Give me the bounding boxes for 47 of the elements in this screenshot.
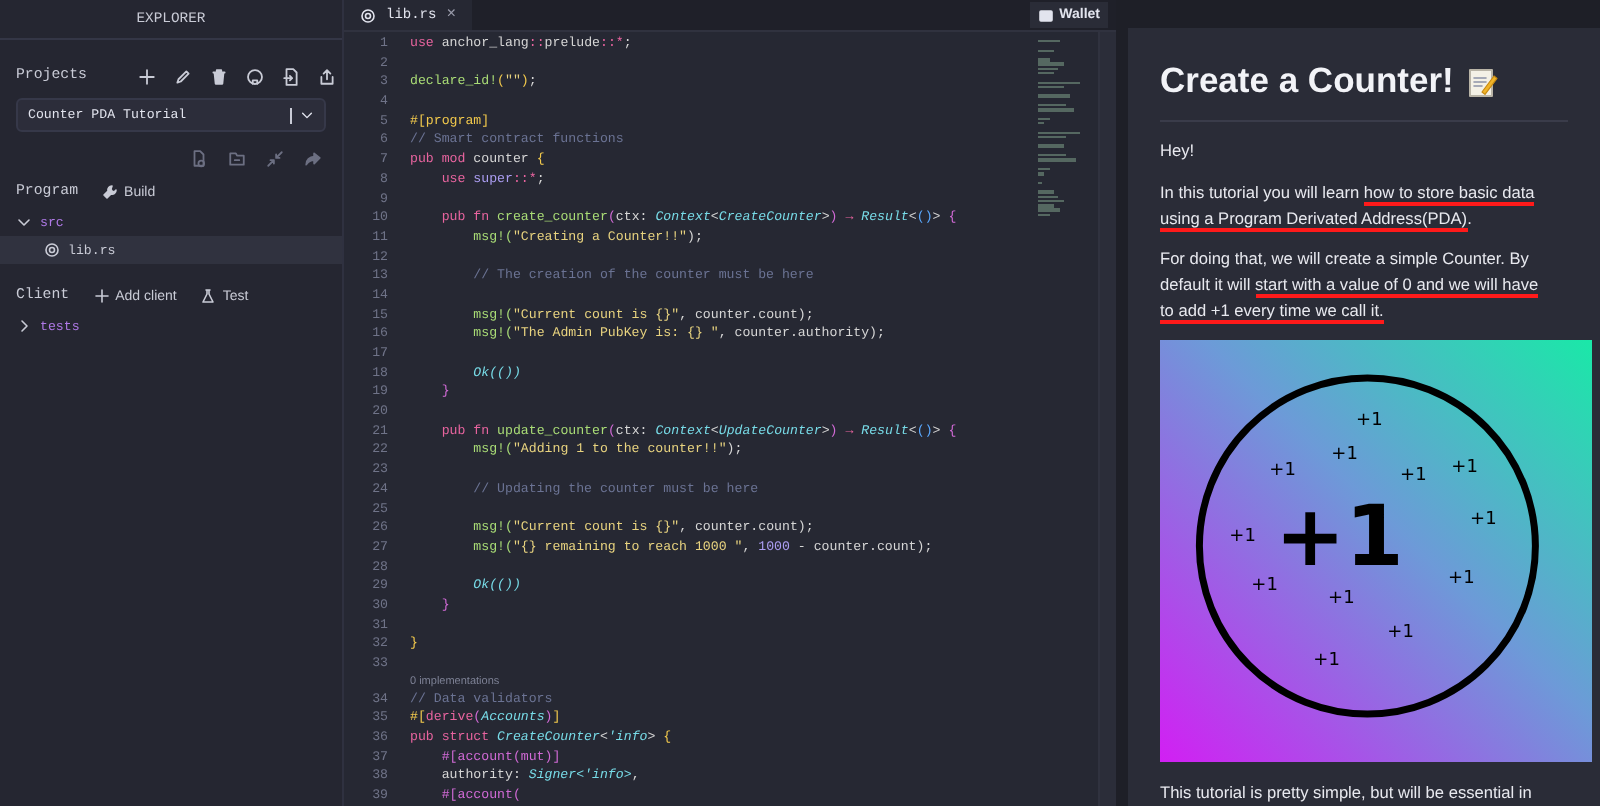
memo-icon [1465,65,1498,97]
plus-icon [93,288,110,304]
export-button[interactable] [318,67,337,85]
folder-button[interactable] [228,150,246,168]
pencil-button[interactable] [174,67,193,85]
collapse-button[interactable] [266,150,284,168]
file-icon [190,150,208,168]
plus-one-label: +1 [1448,568,1475,589]
wrench-icon [102,184,119,200]
chevron-right-icon [16,318,32,334]
chevron-down-icon [300,108,314,122]
share-button[interactable] [304,150,322,168]
wallet-icon [1037,7,1054,23]
close-icon[interactable]: × [446,6,457,24]
tutorial-paragraph: This tutorial is pretty simple, but will be essential in [1160,779,1534,806]
plus-one-label: +1 [1229,526,1256,547]
import-icon [282,67,301,85]
plus-icon [138,67,157,85]
gear-icon [44,242,60,258]
plus-one-label: +1 [1400,465,1427,486]
tutorial-paragraph: Hey! [1160,138,1197,164]
trash-icon [210,67,229,85]
import-button[interactable] [282,67,301,85]
trash-button[interactable] [210,67,229,85]
file-button[interactable] [190,150,208,168]
plus-one-label: +1 [1387,622,1414,643]
plus-one-label: +1 [1313,650,1340,671]
folder-icon [228,150,246,168]
plus-one-label: +1 [1331,444,1358,465]
plus-button[interactable] [138,67,157,85]
collapse-icon [266,150,284,168]
tutorial-paragraph: For doing that, we will create a simple Counter. By default it will start with a value of 0 and we will have to add +1 every time we call it. [1160,246,1541,324]
plus-one-label: +1 [1269,460,1296,481]
big-plus-one-label: +1 [1275,486,1404,585]
flask-icon [200,288,217,304]
plus-one-label: +1 [1328,588,1355,609]
share-icon [304,150,322,168]
plus-one-label: +1 [1356,410,1383,431]
plus-one-label: +1 [1251,575,1278,596]
scrollbar-track[interactable] [1098,32,1116,806]
chevron-down-icon [16,214,32,230]
plus-one-label: +1 [1451,457,1478,478]
tutorial-title: Create a Counter! [1160,60,1454,102]
plus-one-label: +1 [1470,509,1497,530]
pencil-icon [174,67,193,85]
gear-icon [360,7,376,23]
export-icon [318,67,337,85]
